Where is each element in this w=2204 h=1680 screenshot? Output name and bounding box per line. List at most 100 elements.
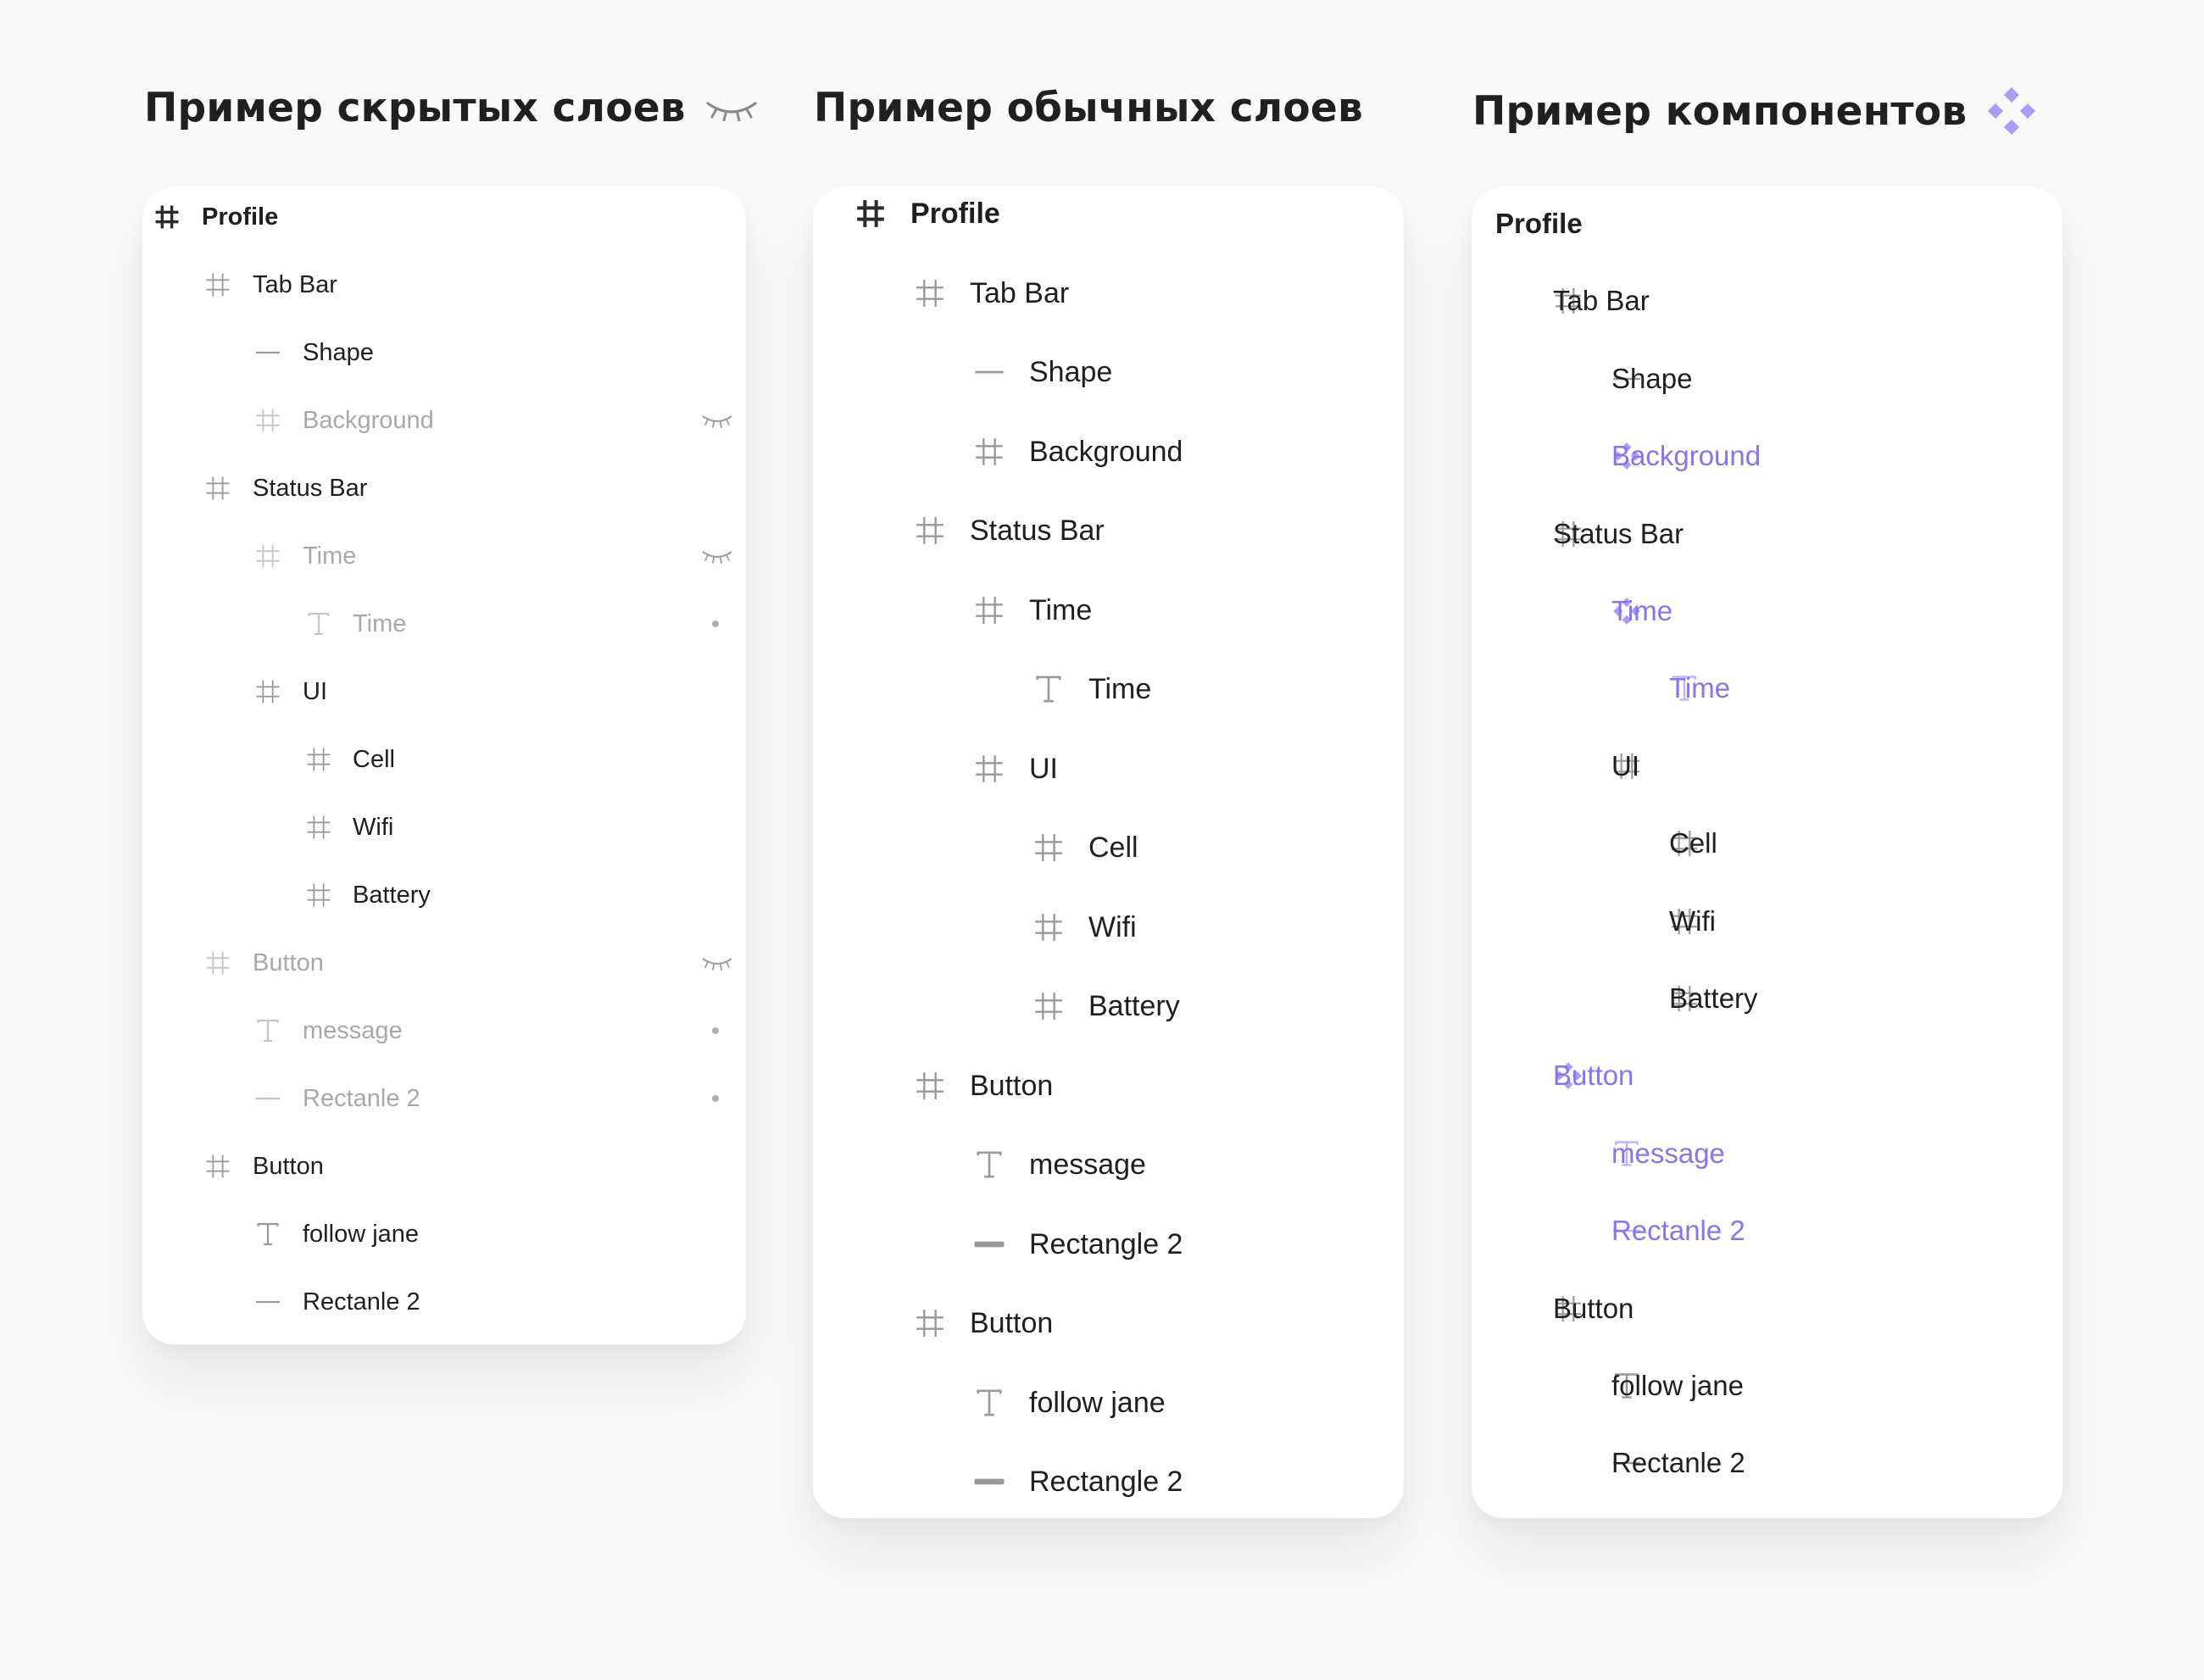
layer-row[interactable]: Time <box>142 604 746 644</box>
layers-panel-components: Profile Tab Bar Shape Background Status Bar T… <box>1472 186 2062 1518</box>
layer-label: Rectanle 2 <box>1611 1447 1745 1479</box>
layer-label: UI <box>303 678 327 705</box>
layer-label: Wifi <box>353 814 394 841</box>
layer-label: message <box>1029 1149 1146 1181</box>
layer-row[interactable]: Button <box>1472 1052 2062 1099</box>
layer-label: Tab Bar <box>253 271 337 298</box>
layer-row[interactable]: Rectanle 2 <box>1472 1439 2062 1487</box>
layer-row[interactable]: UI <box>1472 743 2062 790</box>
layer-row[interactable]: Wifi <box>813 904 1404 951</box>
hidden-dot-icon <box>712 1095 719 1102</box>
hidden-dot-icon <box>712 1027 719 1034</box>
layer-row[interactable]: Button <box>813 1299 1404 1347</box>
layer-row[interactable]: Time <box>813 587 1404 634</box>
layer-row[interactable]: Background <box>142 400 746 441</box>
layer-row[interactable]: follow jane <box>813 1379 1404 1427</box>
layer-row[interactable]: Rectanle 2 <box>142 1282 746 1322</box>
layer-row[interactable]: Shape <box>813 348 1404 396</box>
frame-icon <box>304 813 333 842</box>
layer-row[interactable]: Background <box>1472 432 2062 480</box>
layer-row[interactable]: Battery <box>142 875 746 915</box>
layer-row[interactable]: UI <box>813 745 1404 793</box>
frame-icon <box>1032 831 1066 865</box>
rect-icon <box>972 1227 1006 1261</box>
layer-row[interactable]: Button <box>813 1062 1404 1110</box>
layer-row[interactable]: Cell <box>813 824 1404 871</box>
layer-row[interactable]: Tab Bar <box>142 264 746 305</box>
layer-row[interactable]: message <box>813 1141 1404 1188</box>
frame-icon <box>253 542 282 570</box>
layer-row[interactable]: Status Bar <box>142 468 746 509</box>
layer-row[interactable]: Cell <box>1472 820 2062 867</box>
layer-label: Rectangle 2 <box>1029 1227 1183 1260</box>
layer-label: Battery <box>1088 990 1180 1022</box>
layer-row[interactable]: Shape <box>142 332 746 373</box>
frame-icon <box>913 514 947 548</box>
layers-panel-regular: Profile Tab Bar Shape Background Status Bar T… <box>813 186 1404 1518</box>
layer-label: follow jane <box>1611 1370 1744 1401</box>
layer-row[interactable]: Button <box>1472 1285 2062 1332</box>
layer-label: Button <box>253 1153 324 1180</box>
layer-row[interactable]: Status Bar <box>1472 510 2062 558</box>
layer-row[interactable]: Profile <box>1472 200 2062 248</box>
title-text: Пример скрытых слоев <box>144 85 686 131</box>
frame-icon <box>253 677 282 706</box>
layer-row[interactable]: Cell <box>142 739 746 780</box>
layer-row[interactable]: Time <box>1472 665 2062 712</box>
layer-label: Button <box>1553 1292 1634 1324</box>
layer-label: message <box>303 1017 403 1044</box>
layer-label: Battery <box>353 882 431 909</box>
layer-row[interactable]: Wifi <box>1472 898 2062 945</box>
layer-row[interactable]: Battery <box>1472 975 2062 1022</box>
layer-label: Wifi <box>1669 904 1716 937</box>
layer-row[interactable]: Profile <box>142 197 746 237</box>
text-icon <box>304 609 333 638</box>
closed-eye-icon[interactable] <box>701 548 733 565</box>
layer-label: Rectanle 2 <box>303 1288 420 1316</box>
layer-row[interactable]: Tab Bar <box>813 270 1404 317</box>
layer-row[interactable]: Tab Bar <box>1472 277 2062 325</box>
layer-row[interactable]: message <box>1472 1130 2062 1177</box>
layers-panel-hidden: Profile Tab Bar Shape Background Status Bar T… <box>142 186 746 1344</box>
layer-row[interactable]: Battery <box>813 982 1404 1030</box>
frame-icon <box>153 203 181 231</box>
layer-row[interactable]: Button <box>142 1146 746 1187</box>
layer-row[interactable]: message <box>142 1010 746 1051</box>
layer-row[interactable]: Status Bar <box>813 507 1404 554</box>
layer-label: Rectanle 2 <box>303 1085 420 1112</box>
layer-row[interactable]: UI <box>142 671 746 712</box>
layer-row[interactable]: Time <box>813 665 1404 713</box>
layer-row[interactable]: Wifi <box>142 807 746 848</box>
layer-label: Cell <box>1669 827 1717 859</box>
layer-label: Cell <box>1088 832 1138 864</box>
layer-row[interactable]: Rectanle 2 <box>142 1078 746 1119</box>
layer-row[interactable]: follow jane <box>142 1214 746 1254</box>
frame-icon <box>203 270 232 299</box>
frame-icon <box>304 745 333 774</box>
closed-eye-icon[interactable] <box>701 412 733 429</box>
layer-row[interactable]: follow jane <box>1472 1362 2062 1410</box>
frame-icon <box>972 593 1006 627</box>
frame-icon <box>203 1152 232 1181</box>
layer-row[interactable]: Time <box>1472 587 2062 635</box>
text-icon <box>972 1386 1006 1420</box>
layer-row[interactable]: Shape <box>1472 355 2062 403</box>
layer-label: Tab Bar <box>1553 285 1650 317</box>
layer-row[interactable]: Background <box>813 428 1404 476</box>
closed-eye-icon[interactable] <box>701 954 733 971</box>
layer-row[interactable]: Rectangle 2 <box>813 1221 1404 1268</box>
layer-label: Button <box>253 949 324 976</box>
layer-label: Button <box>970 1069 1054 1102</box>
layer-row[interactable]: Time <box>142 536 746 576</box>
title-text: Пример компонентов <box>1472 87 1967 135</box>
text-icon <box>972 1148 1006 1182</box>
layer-row[interactable]: Button <box>142 943 746 983</box>
layer-row[interactable]: Rectangle 2 <box>813 1458 1404 1505</box>
layer-label: Button <box>970 1307 1054 1339</box>
layer-label: Background <box>303 407 434 434</box>
layer-row[interactable]: Profile <box>813 190 1404 237</box>
layer-row[interactable]: Rectanle 2 <box>1472 1207 2062 1254</box>
line-icon <box>253 338 282 367</box>
closed-eye-icon <box>704 96 759 121</box>
layer-label: Background <box>1611 440 1762 472</box>
